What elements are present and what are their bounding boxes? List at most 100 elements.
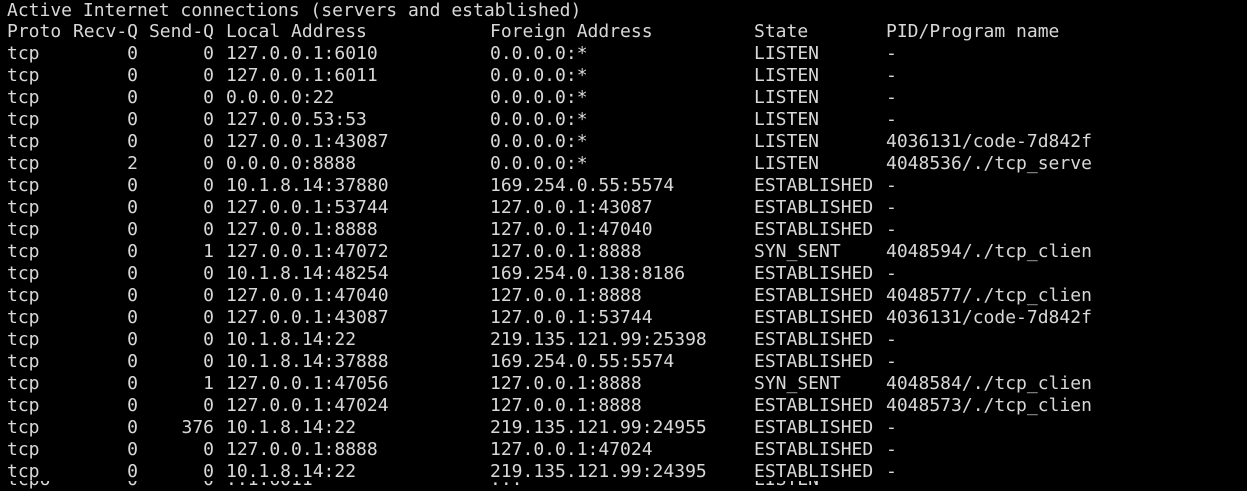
row-state: LISTEN [754,481,819,491]
header-pid-program: PID/Program name [886,21,1060,42]
terminal-window[interactable]: Active Internet connections (servers and… [0,0,1247,491]
row-foreign-address: 0.0.0.0:* [490,109,588,130]
row-send-q: 0 [203,175,214,196]
connection-row: tcp 0 0 10.1.8.14:22 219.135.121.99:2439… [0,461,1247,483]
connection-row: tcp 0 0 0.0.0.0:22 0.0.0.0:* LISTEN - [0,87,1247,109]
row-local-address: 10.1.8.14:22 [226,329,357,350]
row-state: SYN_SENT [754,373,841,394]
row-recv-q: 0 [127,131,138,152]
connection-row: tcp 0 0 127.0.0.1:8888 127.0.0.1:47040 E… [0,219,1247,241]
row-foreign-address: :::* [490,481,533,491]
row-pid-program: - [886,461,897,482]
header-local-address: Local Address [226,21,367,42]
row-send-q: 0 [203,131,214,152]
row-proto: tcp [7,175,40,196]
connection-row-partial: tcp6 0 0 ::1:6011 :::* LISTEN [0,481,1247,491]
row-pid-program: - [886,65,897,86]
row-proto: tcp [7,241,40,262]
row-send-q: 0 [203,307,214,328]
header-send-q: Send-Q [148,21,214,42]
connection-row: tcp 0 0 127.0.0.53:53 0.0.0.0:* LISTEN - [0,109,1247,131]
row-pid-program: - [886,351,897,372]
row-recv-q: 0 [127,461,138,482]
row-pid-program: - [886,175,897,196]
row-send-q: 0 [203,439,214,460]
connection-row: tcp 0 0 127.0.0.1:8888 127.0.0.1:47024 E… [0,439,1247,461]
row-proto: tcp [7,65,40,86]
row-foreign-address: 0.0.0.0:* [490,43,588,64]
row-recv-q: 0 [127,439,138,460]
row-state: ESTABLISHED [754,417,874,438]
row-proto: tcp [7,329,40,350]
row-pid-program: - [886,219,897,240]
row-recv-q: 0 [127,43,138,64]
header-recv-q: Recv-Q [72,21,138,42]
row-pid-program: 4048577/./tcp_clien [886,285,1092,306]
row-pid-program: - [886,329,897,350]
row-state: LISTEN [754,65,820,86]
row-recv-q: 2 [127,153,138,174]
row-send-q: 376 [181,417,214,438]
row-proto: tcp [7,351,40,372]
row-state: ESTABLISHED [754,263,874,284]
row-state: ESTABLISHED [754,461,874,482]
row-pid-program: 4036131/code-7d842f [886,307,1092,328]
row-local-address: 127.0.0.1:8888 [226,439,378,460]
row-send-q: 0 [203,285,214,306]
row-recv-q: 0 [127,395,138,416]
row-foreign-address: 127.0.0.1:43087 [490,197,653,218]
connection-row: tcp 0 0 127.0.0.1:53744 127.0.0.1:43087 … [0,197,1247,219]
header-proto: Proto [7,21,62,42]
row-local-address: 10.1.8.14:22 [226,417,357,438]
row-recv-q: 0 [127,109,138,130]
row-send-q: 0 [203,329,214,350]
row-recv-q: 0 [127,65,138,86]
row-local-address: 127.0.0.53:53 [226,109,367,130]
row-send-q: 0 [203,461,214,482]
row-pid-program: - [886,439,897,460]
row-pid-program: 4048536/./tcp_serve [886,153,1092,174]
row-proto: tcp [7,439,40,460]
row-pid-program: - [886,263,897,284]
row-state: LISTEN [754,153,820,174]
connection-row: tcp 0 0 127.0.0.1:47024 127.0.0.1:8888 E… [0,395,1247,417]
row-proto: tcp [7,131,40,152]
row-pid-program: - [886,417,897,438]
row-state: SYN_SENT [754,241,841,262]
row-state: ESTABLISHED [754,219,874,240]
connection-row: tcp 0 0 10.1.8.14:22 219.135.121.99:2539… [0,329,1247,351]
row-send-q: 0 [203,65,214,86]
row-proto: tcp6 [7,481,50,491]
row-state: ESTABLISHED [754,285,874,306]
row-state: LISTEN [754,43,820,64]
row-pid-program: 4048584/./tcp_clien [886,373,1092,394]
row-local-address: 127.0.0.1:47072 [226,241,389,262]
row-recv-q: 0 [127,329,138,350]
row-send-q: 1 [203,373,214,394]
connection-row: tcp 0 0 127.0.0.1:47040 127.0.0.1:8888 E… [0,285,1247,307]
connection-row: tcp 0 1 127.0.0.1:47072 127.0.0.1:8888 S… [0,241,1247,263]
row-proto: tcp [7,373,40,394]
row-send-q: 0 [203,109,214,130]
row-foreign-address: 0.0.0.0:* [490,153,588,174]
row-proto: tcp [7,417,40,438]
row-local-address: 10.1.8.14:48254 [226,263,389,284]
connection-row: tcp 0 0 127.0.0.1:6011 0.0.0.0:* LISTEN … [0,65,1247,87]
row-local-address: 10.1.8.14:22 [226,461,357,482]
row-recv-q: 0 [127,175,138,196]
row-recv-q: 0 [127,307,138,328]
row-proto: tcp [7,461,40,482]
row-recv-q: 0 [127,241,138,262]
connection-row: tcp 2 0 0.0.0.0:8888 0.0.0.0:* LISTEN 40… [0,153,1247,175]
row-state: LISTEN [754,87,820,108]
connection-row: tcp 0 0 127.0.0.1:43087 127.0.0.1:53744 … [0,307,1247,329]
row-local-address: 127.0.0.1:6010 [226,43,378,64]
row-pid-program: 4048573/./tcp_clien [886,395,1092,416]
row-proto: tcp [7,307,40,328]
row-recv-q: 0 [127,373,138,394]
row-state: ESTABLISHED [754,351,874,372]
row-state: ESTABLISHED [754,175,874,196]
row-foreign-address: 219.135.121.99:24955 [490,417,707,438]
row-send-q: 0 [203,395,214,416]
row-send-q: 0 [203,153,214,174]
